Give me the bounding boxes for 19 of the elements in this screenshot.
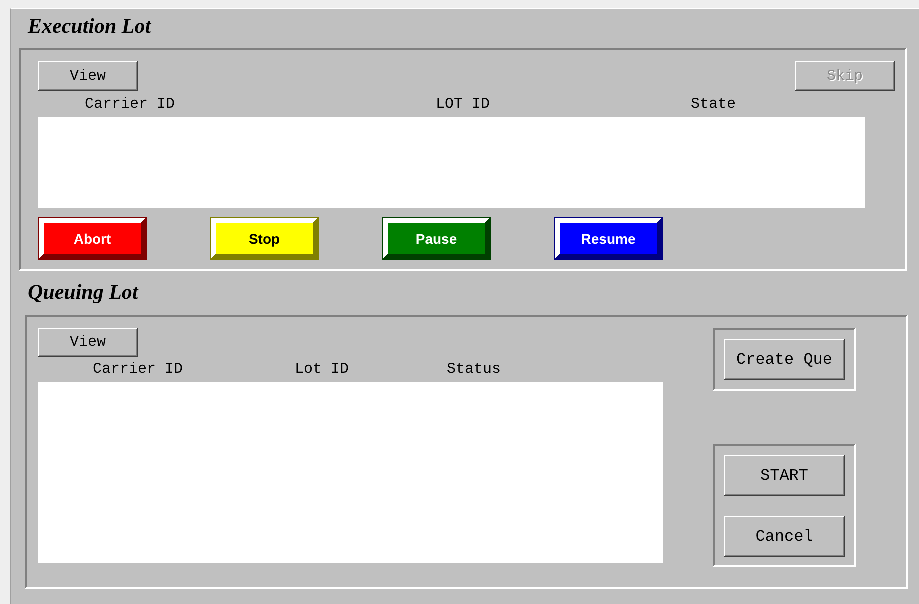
list-box[interactable] xyxy=(38,117,865,208)
create-queue-button[interactable]: Create Que xyxy=(724,339,845,380)
action-button[interactable]: Resume xyxy=(554,217,663,260)
action-button[interactable]: Stop xyxy=(210,217,319,260)
section-title: Execution Lot xyxy=(28,14,152,39)
column-header: LOT ID xyxy=(436,97,490,113)
column-header: State xyxy=(691,97,736,113)
cancel-button[interactable]: Cancel xyxy=(724,516,845,557)
column-header: Carrier ID xyxy=(93,362,184,378)
action-button[interactable]: Pause xyxy=(382,217,491,260)
section-title: Queuing Lot xyxy=(28,280,138,305)
view-button[interactable]: View xyxy=(38,328,138,357)
column-header: Lot ID xyxy=(295,362,350,378)
column-header: Status xyxy=(447,362,502,378)
action-button[interactable]: Abort xyxy=(38,217,147,260)
start-button[interactable]: START xyxy=(724,455,845,496)
column-header: Carrier ID xyxy=(85,97,176,113)
view-button[interactable]: View xyxy=(38,61,138,91)
list-box[interactable] xyxy=(38,382,663,563)
